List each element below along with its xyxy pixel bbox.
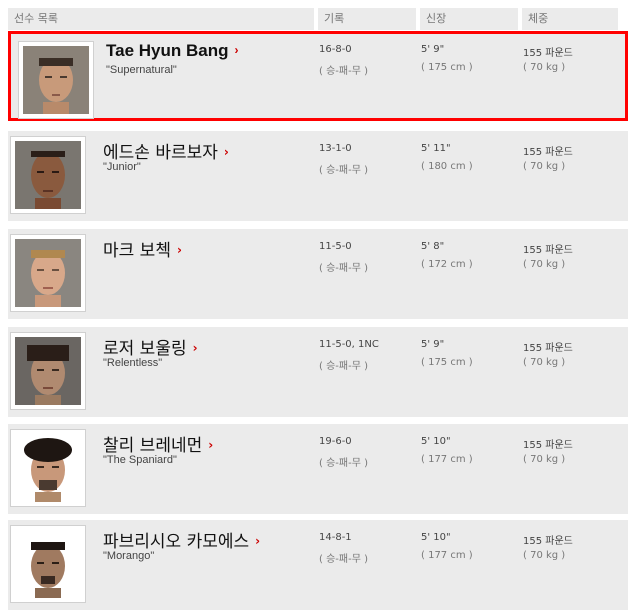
fighter-weight-kg: ( 70 kg )	[523, 357, 566, 368]
fighter-weight-kg: ( 70 kg )	[523, 62, 566, 73]
fighter-portrait	[15, 337, 81, 405]
fighter-height: 5' 10"	[421, 436, 451, 447]
fighter-photo[interactable]	[18, 41, 94, 119]
fighter-nickname: "Morango"	[103, 550, 155, 562]
header-name: 선수 목록	[8, 8, 314, 30]
fighter-nickname: "The Spaniard"	[103, 454, 177, 466]
fighter-weight-kg: ( 70 kg )	[523, 259, 566, 270]
fighter-weight-kg: ( 70 kg )	[523, 550, 566, 561]
fighter-weight: 155 파운드	[523, 245, 573, 256]
chevron-right-icon: ›	[192, 341, 198, 355]
fighter-record-legend: ( 승-패-무 )	[319, 66, 368, 77]
fighter-height-cm: ( 177 cm )	[421, 550, 473, 561]
fighter-row-fabricio-camoes[interactable]: 파브리시오 카모에스 › "Morango" 14-8-1 ( 승-패-무 ) 5…	[8, 520, 628, 610]
fighter-height-cm: ( 175 cm )	[421, 62, 473, 73]
fighter-record-legend: ( 승-패-무 )	[319, 361, 368, 372]
fighter-weight: 155 파운드	[523, 48, 573, 59]
fighter-height-cm: ( 175 cm )	[421, 357, 473, 368]
chevron-right-icon: ›	[176, 243, 182, 257]
fighter-record: 19-6-0	[319, 436, 352, 447]
fighter-record-legend: ( 승-패-무 )	[319, 458, 368, 469]
fighter-record: 11-5-0	[319, 241, 352, 252]
fighter-weight-kg: ( 70 kg )	[523, 454, 566, 465]
header-record: 기록	[318, 8, 416, 30]
fighter-height: 5' 8"	[421, 241, 445, 252]
fighter-row-rodger-bowling[interactable]: 로저 보울링 › "Relentless" 11-5-0, 1NC ( 승-패-무…	[8, 327, 628, 417]
fighter-record: 13-1-0	[319, 143, 352, 154]
fighter-record: 16-8-0	[319, 44, 352, 55]
fighter-portrait	[15, 434, 81, 502]
fighter-nickname: "Supernatural"	[106, 64, 177, 76]
chevron-right-icon: ›	[234, 43, 239, 57]
fighter-weight: 155 파운드	[523, 343, 573, 354]
header-height: 신장	[420, 8, 518, 30]
fighter-name[interactable]: 찰리 브레네먼 ›	[103, 431, 213, 456]
fighter-photo[interactable]	[10, 332, 86, 410]
fighter-name[interactable]: 로저 보울링 ›	[103, 334, 198, 359]
fighter-height-cm: ( 177 cm )	[421, 454, 473, 465]
fighter-height: 5' 9"	[421, 44, 445, 55]
fighter-photo[interactable]	[10, 234, 86, 312]
fighter-weight-kg: ( 70 kg )	[523, 161, 566, 172]
chevron-right-icon: ›	[223, 145, 229, 159]
fighter-name[interactable]: 에드손 바르보자 ›	[103, 138, 229, 163]
fighter-photo[interactable]	[10, 429, 86, 507]
fighter-portrait	[15, 530, 81, 598]
header-weight: 체중	[522, 8, 618, 30]
fighter-height: 5' 9"	[421, 339, 445, 350]
fighter-record-legend: ( 승-패-무 )	[319, 554, 368, 565]
fighter-portrait	[15, 141, 81, 209]
fighter-photo[interactable]	[10, 525, 86, 603]
fighter-height: 5' 10"	[421, 532, 451, 543]
fighter-height-cm: ( 172 cm )	[421, 259, 473, 270]
fighter-name[interactable]: 파브리시오 카모에스 ›	[103, 527, 260, 552]
fighter-weight: 155 파운드	[523, 440, 573, 451]
fighter-record: 14-8-1	[319, 532, 352, 543]
fighter-name[interactable]: Tae Hyun Bang ›	[106, 41, 238, 61]
chevron-right-icon: ›	[208, 438, 214, 452]
chevron-right-icon: ›	[255, 534, 261, 548]
fighter-record-legend: ( 승-패-무 )	[319, 165, 368, 176]
fighter-weight: 155 파운드	[523, 536, 573, 547]
fighter-portrait	[15, 239, 81, 307]
fighter-nickname: "Relentless"	[103, 357, 163, 369]
fighter-record: 11-5-0, 1NC	[319, 339, 379, 350]
fighter-name[interactable]: 마크 보첵 ›	[103, 236, 182, 261]
fighter-row-mark-bocek[interactable]: 마크 보첵 › 11-5-0 ( 승-패-무 ) 5' 8" ( 172 cm )…	[8, 229, 628, 319]
fighter-photo[interactable]	[10, 136, 86, 214]
fighter-row-edson-barboza[interactable]: 에드손 바르보자 › "Junior" 13-1-0 ( 승-패-무 ) 5' 1…	[8, 131, 628, 221]
fighter-weight: 155 파운드	[523, 147, 573, 158]
fighter-portrait	[23, 46, 89, 114]
fighter-height-cm: ( 180 cm )	[421, 161, 473, 172]
table-header: 선수 목록 기록 신장 체중	[0, 0, 631, 32]
fighter-height: 5' 11"	[421, 143, 451, 154]
fighter-row-charlie-brenneman[interactable]: 찰리 브레네먼 › "The Spaniard" 19-6-0 ( 승-패-무 )…	[8, 424, 628, 514]
fighter-row-tae-hyun-bang[interactable]: Tae Hyun Bang › "Supernatural" 16-8-0 ( 승…	[8, 31, 628, 121]
fighter-record-legend: ( 승-패-무 )	[319, 263, 368, 274]
fighter-nickname: "Junior"	[103, 161, 141, 173]
